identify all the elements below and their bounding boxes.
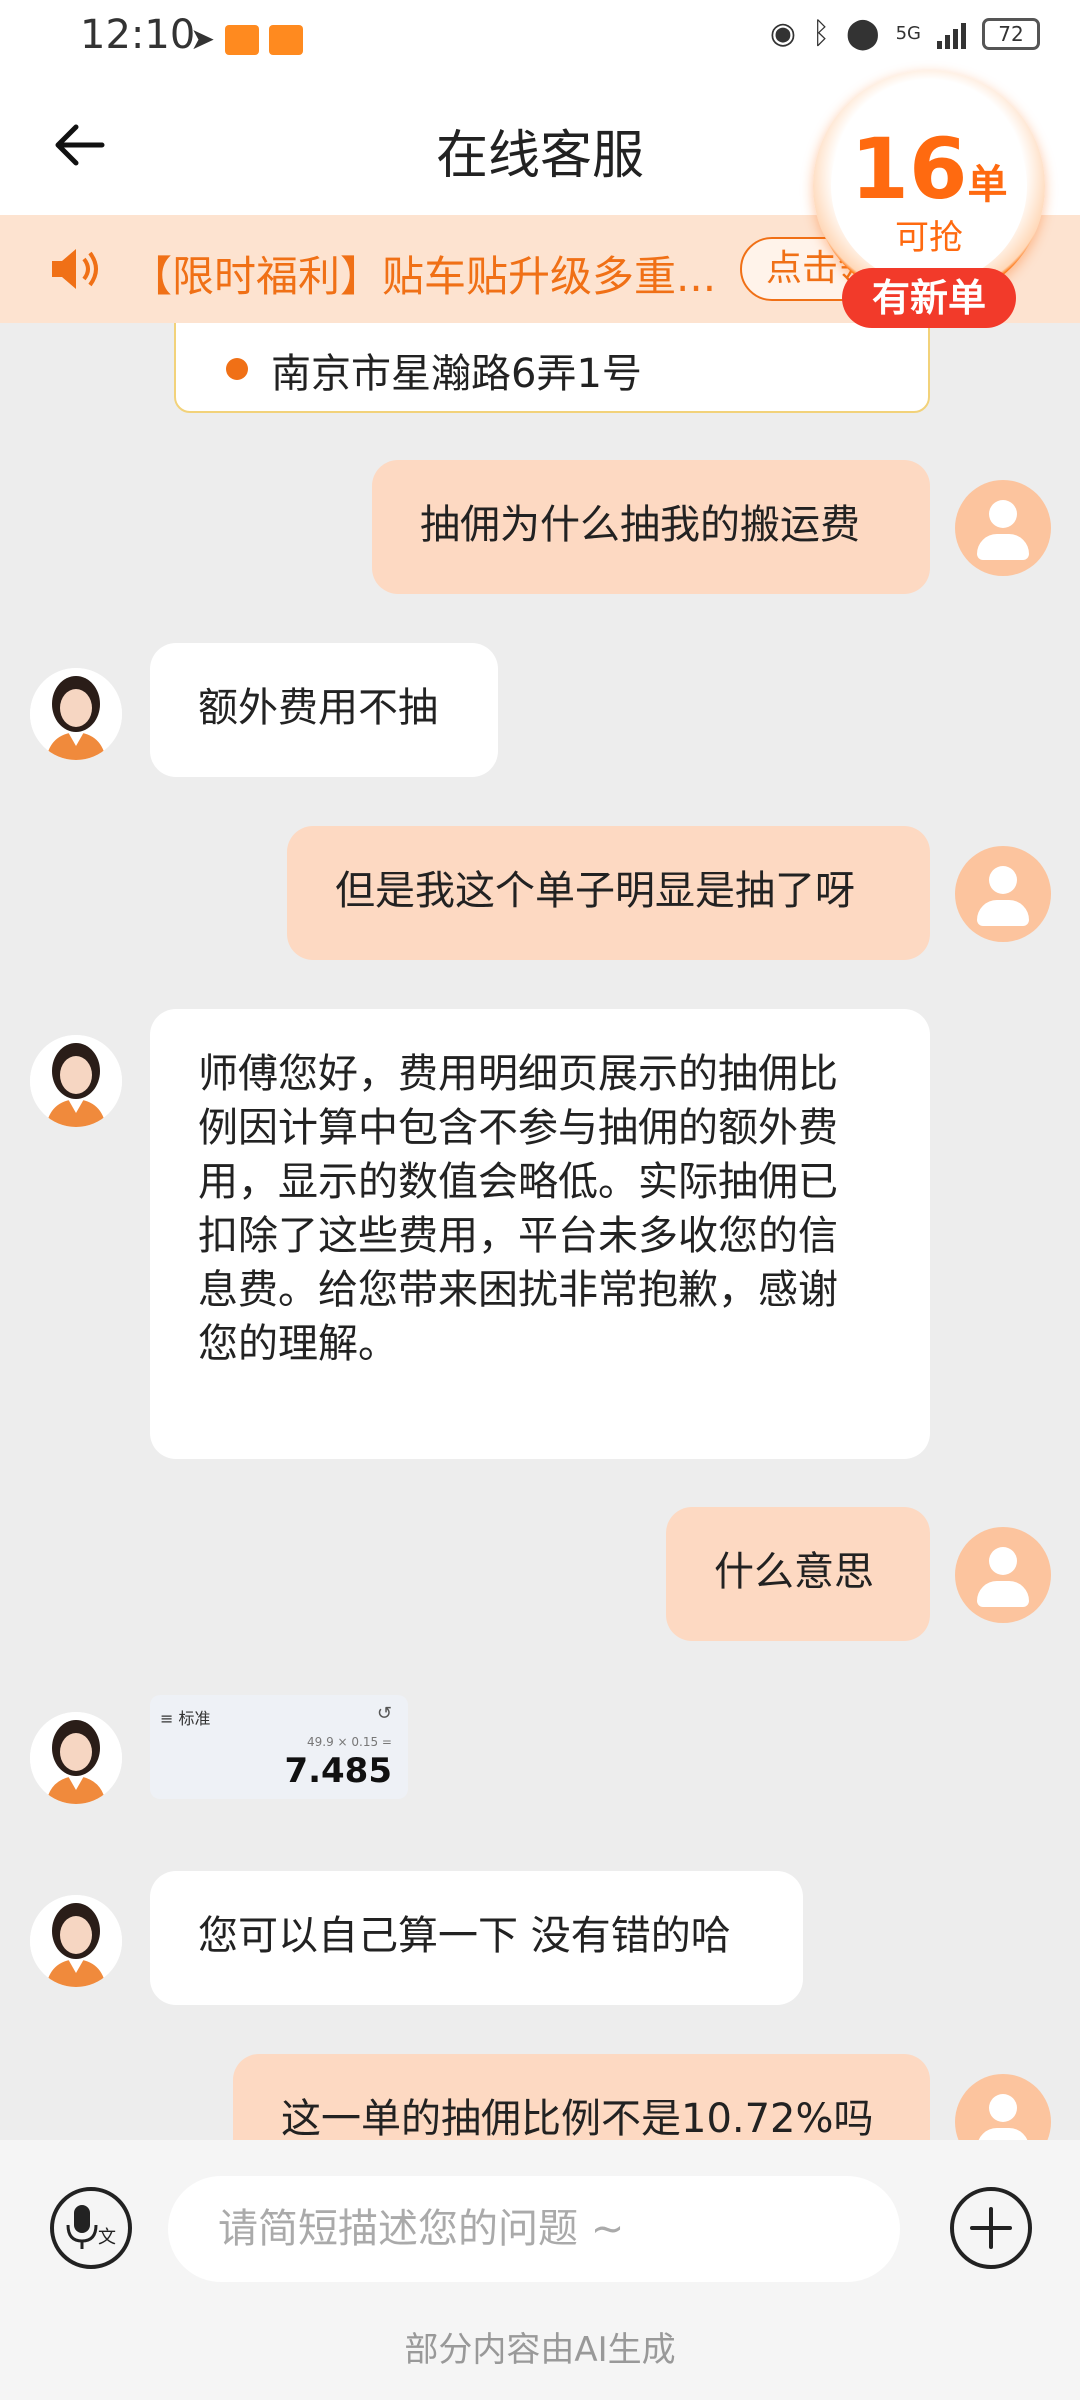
agent-avatar	[30, 668, 122, 760]
plus-icon	[970, 2207, 1012, 2249]
location-icon: ⬤	[846, 16, 880, 51]
status-time: 12:10	[80, 12, 196, 58]
signal-icon	[937, 19, 966, 49]
bluetooth-icon: ᛒ	[812, 16, 831, 51]
order-sub-label: 可抢	[895, 218, 963, 258]
agent-avatar	[30, 1712, 122, 1804]
history-icon: ↺	[376, 1703, 392, 1724]
eye-icon: ◉	[769, 16, 797, 51]
battery-level: 72	[998, 21, 1024, 46]
user-avatar	[955, 2074, 1051, 2140]
input-bar: 文 请简短描述您的问题 ~ 部分内容由AI生成	[0, 2140, 1080, 2400]
agent-message: 师傅您好，费用明细页展示的抽佣比 例因计算中包含不参与抽佣的额外费 用，显示的数…	[150, 1009, 930, 1459]
speaker-icon	[52, 249, 98, 289]
address-dot-icon	[226, 358, 248, 380]
user-message: 什么意思	[666, 1507, 930, 1641]
voice-input-button[interactable]: 文	[50, 2187, 132, 2269]
send-icon: ➤	[190, 22, 216, 57]
address-text: 南京市星瀚路6弄1号	[271, 351, 642, 397]
user-message: 但是我这个单子明显是抽了呀	[287, 826, 930, 960]
agent-avatar	[30, 1895, 122, 1987]
agent-message: 额外费用不抽	[150, 643, 498, 777]
agent-avatar	[30, 1035, 122, 1127]
status-system-icons: ◉ ᛒ ⬤ 5G 72	[770, 16, 1040, 51]
notice-text: 【限时福利】贴车贴升级多重...	[130, 252, 717, 301]
order-count: 16单	[850, 120, 1008, 218]
user-message: 抽佣为什么抽我的搬运费	[372, 460, 930, 594]
agent-message: 您可以自己算一下 没有错的哈	[150, 1871, 803, 2005]
app-notification-icon	[225, 24, 260, 55]
svg-text:文: 文	[98, 2227, 116, 2248]
user-avatar	[955, 1527, 1051, 1623]
calc-expression: 49.9 × 0.15 =	[307, 1735, 392, 1749]
ai-generated-note: 部分内容由AI生成	[404, 2330, 676, 2370]
status-bar: 12:10 ➤ ◉ ᛒ ⬤ 5G 72	[0, 0, 1080, 75]
address-card: 南京市星瀚路6弄1号	[174, 323, 930, 413]
app-notification-icon	[269, 24, 304, 55]
message-input[interactable]: 请简短描述您的问题 ~	[168, 2176, 900, 2282]
new-order-label[interactable]: 有新单	[842, 268, 1016, 328]
user-avatar	[955, 846, 1051, 942]
add-attachment-button[interactable]	[950, 2187, 1032, 2269]
calc-result: 7.485	[284, 1751, 392, 1791]
calc-mode-label: ≡ 标准	[160, 1709, 211, 1728]
network-type: 5G	[895, 23, 921, 44]
user-message: 这一单的抽佣比例不是10.72%吗	[233, 2054, 930, 2140]
user-avatar	[955, 480, 1051, 576]
calculator-screenshot-image[interactable]: ≡ 标准 ↺ 49.9 × 0.15 = 7.485	[150, 1695, 408, 1799]
battery-icon: 72	[982, 17, 1040, 50]
status-notifications: ➤	[190, 22, 304, 57]
chat-area[interactable]: 南京市星瀚路6弄1号 抽佣为什么抽我的搬运费 额外费用不抽 但是我这个单子明显是…	[0, 323, 1080, 2140]
microphone-icon: 文	[66, 2205, 116, 2249]
